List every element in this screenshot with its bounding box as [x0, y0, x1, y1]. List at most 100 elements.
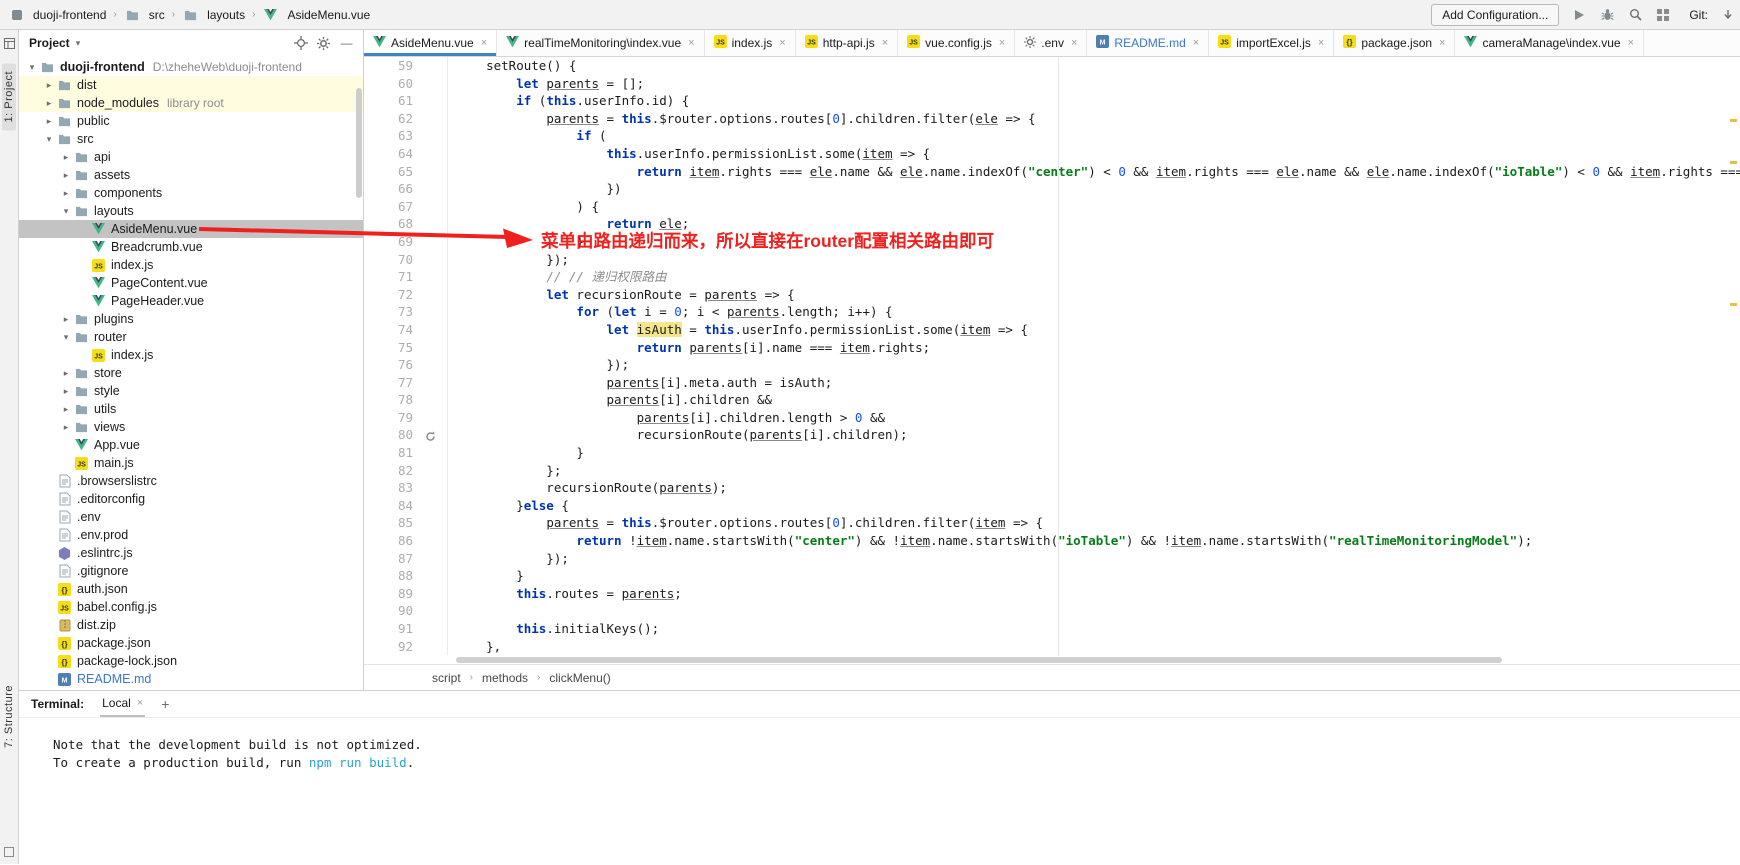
- code-line[interactable]: 65 return item.rights === ele.name && el…: [364, 163, 1740, 181]
- chevron-collapsed-icon[interactable]: ▸: [59, 152, 73, 163]
- tab-http-api.js[interactable]: JShttp-api.js×: [796, 30, 898, 56]
- chevron-collapsed-icon[interactable]: ▸: [59, 314, 73, 325]
- close-icon[interactable]: ×: [137, 697, 143, 709]
- code-line[interactable]: 67 ) {: [364, 198, 1740, 216]
- tree-item-.env.prod[interactable]: .env.prod: [19, 526, 363, 544]
- tree-item-package-lock.json[interactable]: {}package-lock.json: [19, 652, 363, 670]
- close-icon[interactable]: ×: [1318, 37, 1324, 49]
- tree-item-auth.json[interactable]: {}auth.json: [19, 580, 363, 598]
- close-icon[interactable]: ×: [1193, 37, 1199, 49]
- tree-item-.gitignore[interactable]: .gitignore: [19, 562, 363, 580]
- terminal-output[interactable]: Note that the development build is not o…: [19, 718, 1740, 864]
- inspection-mark[interactable]: [1730, 303, 1737, 306]
- breadcrumb-script[interactable]: script: [432, 671, 461, 685]
- code-line[interactable]: 59 setRoute() {: [364, 57, 1740, 75]
- tree-item-assets[interactable]: ▸assets: [19, 166, 363, 184]
- tree-item-store[interactable]: ▸store: [19, 364, 363, 382]
- project-scrollbar[interactable]: [356, 88, 362, 198]
- breadcrumb-project[interactable]: duoji-frontend: [6, 6, 108, 24]
- code-line[interactable]: 78 parents[i].children &&: [364, 391, 1740, 409]
- chevron-collapsed-icon[interactable]: ▸: [59, 368, 73, 379]
- tree-item-PageHeader.vue[interactable]: PageHeader.vue: [19, 292, 363, 310]
- chevron-collapsed-icon[interactable]: ▸: [42, 116, 56, 127]
- tree-item-dist.zip[interactable]: dist.zip: [19, 616, 363, 634]
- close-icon[interactable]: ×: [999, 37, 1005, 49]
- code-line[interactable]: 79 parents[i].children.length > 0 &&: [364, 409, 1740, 427]
- close-icon[interactable]: ×: [1071, 37, 1077, 49]
- tree-item-duoji-frontend[interactable]: ▾duoji-frontendD:\zheheWeb\duoji-fronten…: [19, 58, 363, 76]
- chevron-collapsed-icon[interactable]: ▸: [59, 386, 73, 397]
- debug-bug-icon[interactable]: [1599, 7, 1615, 23]
- tab-package.json[interactable]: {}package.json×: [1334, 30, 1455, 56]
- close-icon[interactable]: ×: [779, 37, 785, 49]
- chevron-collapsed-icon[interactable]: ▸: [59, 188, 73, 199]
- new-terminal-session-button[interactable]: +: [161, 696, 169, 712]
- code-line[interactable]: 81 }: [364, 444, 1740, 462]
- code-line[interactable]: 64 this.userInfo.permissionList.some(ite…: [364, 145, 1740, 163]
- tab-README.md[interactable]: MREADME.md×: [1087, 30, 1209, 56]
- breadcrumb-methods[interactable]: methods: [482, 671, 528, 685]
- code-line[interactable]: 77 parents[i].meta.auth = isAuth;: [364, 374, 1740, 392]
- tree-item-README.md[interactable]: MREADME.md: [19, 670, 363, 688]
- tree-item-views[interactable]: ▸views: [19, 418, 363, 436]
- breadcrumb-src[interactable]: src: [122, 6, 167, 24]
- chevron-expanded-icon[interactable]: ▾: [42, 134, 56, 145]
- terminal-tab-local[interactable]: Local ×: [100, 691, 145, 717]
- code-line[interactable]: 84 }else {: [364, 497, 1740, 515]
- code-line[interactable]: 63 if (: [364, 127, 1740, 145]
- code-line[interactable]: 80 recursionRoute(parents[i].children);: [364, 426, 1740, 444]
- tab-vue.config.js[interactable]: JSvue.config.js×: [898, 30, 1015, 56]
- code-line[interactable]: 75 return parents[i].name === item.right…: [364, 339, 1740, 357]
- chevron-collapsed-icon[interactable]: ▸: [59, 404, 73, 415]
- git-update-icon[interactable]: [1720, 7, 1736, 23]
- tree-item-babel.config.js[interactable]: JSbabel.config.js: [19, 598, 363, 616]
- chevron-collapsed-icon[interactable]: ▸: [59, 170, 73, 181]
- tree-item-AsideMenu.vue[interactable]: AsideMenu.vue: [19, 220, 363, 238]
- tree-item-dist[interactable]: ▸dist: [19, 76, 363, 94]
- close-icon[interactable]: ×: [882, 37, 888, 49]
- tree-item-App.vue[interactable]: App.vue: [19, 436, 363, 454]
- tree-item-src[interactable]: ▾src: [19, 130, 363, 148]
- tool-windows-icon[interactable]: [1655, 7, 1671, 23]
- inspection-mark[interactable]: [1730, 119, 1737, 122]
- tree-item-public[interactable]: ▸public: [19, 112, 363, 130]
- chevron-down-icon[interactable]: ▾: [76, 38, 81, 49]
- tree-item-plugins[interactable]: ▸plugins: [19, 310, 363, 328]
- chevron-expanded-icon[interactable]: ▾: [59, 332, 73, 343]
- code-line[interactable]: 92 },: [364, 638, 1740, 656]
- breadcrumb-file[interactable]: AsideMenu.vue: [260, 6, 372, 24]
- tab-AsideMenu.vue[interactable]: AsideMenu.vue×: [364, 30, 497, 56]
- code-line[interactable]: 86 return !item.name.startsWith("center"…: [364, 532, 1740, 550]
- code-line[interactable]: 60 let parents = [];: [364, 75, 1740, 93]
- tab-.env[interactable]: .env×: [1015, 30, 1087, 56]
- tree-item-.editorconfig[interactable]: .editorconfig: [19, 490, 363, 508]
- code-line[interactable]: 90: [364, 602, 1740, 620]
- close-icon[interactable]: ×: [1439, 37, 1445, 49]
- code-line[interactable]: 70 });: [364, 251, 1740, 269]
- window-switcher-icon[interactable]: [1, 35, 17, 51]
- tab-cameraManage\index.vue[interactable]: cameraManage\index.vue×: [1455, 30, 1644, 56]
- locate-file-icon[interactable]: [292, 35, 309, 52]
- code-line[interactable]: 73 for (let i = 0; i < parents.length; i…: [364, 303, 1740, 321]
- code-line[interactable]: 74 let isAuth = this.userInfo.permission…: [364, 321, 1740, 339]
- tab-index.js[interactable]: JSindex.js×: [705, 30, 796, 56]
- tab-realTimeMonitoring\index.vue[interactable]: realTimeMonitoring\index.vue×: [497, 30, 704, 56]
- tree-item-router[interactable]: ▾router: [19, 328, 363, 346]
- tree-item-.browserslistrc[interactable]: .browserslistrc: [19, 472, 363, 490]
- tree-item-Breadcrumb.vue[interactable]: Breadcrumb.vue: [19, 238, 363, 256]
- code-line[interactable]: 76 });: [364, 356, 1740, 374]
- chevron-expanded-icon[interactable]: ▾: [59, 206, 73, 217]
- code-line[interactable]: 68 return ele;: [364, 215, 1740, 233]
- tool-tab-project[interactable]: 1: Project: [2, 63, 16, 130]
- chevron-collapsed-icon[interactable]: ▸: [42, 80, 56, 91]
- code-line[interactable]: 62 parents = this.$router.options.routes…: [364, 110, 1740, 128]
- hide-panel-icon[interactable]: —: [338, 35, 355, 52]
- tool-tab-structure[interactable]: 7: Structure: [3, 685, 15, 748]
- search-everywhere-icon[interactable]: [1627, 7, 1643, 23]
- tree-item-PageContent.vue[interactable]: PageContent.vue: [19, 274, 363, 292]
- code-line[interactable]: 72 let recursionRoute = parents => {: [364, 286, 1740, 304]
- breadcrumb-layouts[interactable]: layouts: [180, 6, 247, 24]
- chevron-collapsed-icon[interactable]: ▸: [42, 98, 56, 109]
- tree-item-main.js[interactable]: JSmain.js: [19, 454, 363, 472]
- code-line[interactable]: 61 if (this.userInfo.id) {: [364, 92, 1740, 110]
